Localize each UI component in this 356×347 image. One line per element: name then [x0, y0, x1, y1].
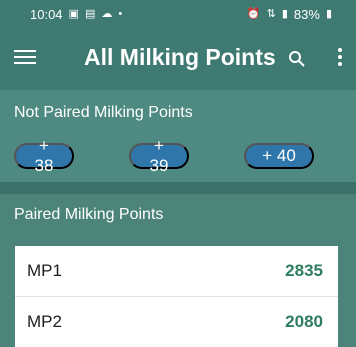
milking-point-name: MP2: [27, 312, 62, 331]
status-right: ⏰ ⇅ ▮ 83% ▮: [247, 7, 332, 22]
milking-point-name: MP1: [27, 261, 62, 280]
milking-point-value: 2835: [285, 261, 323, 280]
paired-row-mp2[interactable]: MP2 2080: [15, 299, 338, 345]
page-title: All Milking Points: [84, 44, 276, 70]
battery-icon: ▮: [325, 7, 332, 20]
not-paired-title: Not Paired Milking Points: [14, 104, 193, 121]
more-vert-icon[interactable]: [338, 48, 344, 70]
paired-section: Paired Milking Points MP1 2835 MP2 2080: [0, 194, 356, 347]
not-paired-section: Not Paired Milking Points + 38 + 39 + 40: [0, 90, 356, 182]
row-divider: [15, 296, 338, 297]
paired-row-mp1[interactable]: MP1 2835: [15, 248, 338, 294]
image-icon: ▣: [68, 7, 79, 20]
paired-list-card: MP1 2835 MP2 2080: [15, 246, 338, 347]
signal-icon: ▮: [281, 7, 288, 20]
status-left: 10:04 ▣ ▤ ☁ •: [30, 7, 122, 22]
battery-text: 83%: [293, 6, 320, 22]
volte-icon: ⇅: [266, 7, 276, 20]
milking-point-value: 2080: [285, 312, 323, 331]
alarm-icon: ⏰: [246, 7, 261, 20]
hamburger-menu-icon[interactable]: [14, 46, 36, 68]
not-paired-chip-39[interactable]: + 39: [129, 136, 189, 175]
paired-title: Paired Milking Points: [14, 206, 164, 223]
cloud-icon: ☁: [101, 7, 113, 20]
search-icon[interactable]: [287, 49, 307, 69]
status-time: 10:04: [30, 6, 63, 22]
status-bar: 10:04 ▣ ▤ ☁ • ⏰ ⇅ ▮ 83% ▮: [0, 0, 356, 28]
not-paired-chip-40[interactable]: + 40: [244, 143, 314, 169]
section-separator: [0, 182, 356, 194]
dot-icon: •: [118, 7, 123, 20]
not-paired-chip-38[interactable]: + 38: [14, 136, 74, 175]
calendar-icon: ▤: [84, 7, 96, 20]
app-bar: All Milking Points: [0, 28, 356, 90]
